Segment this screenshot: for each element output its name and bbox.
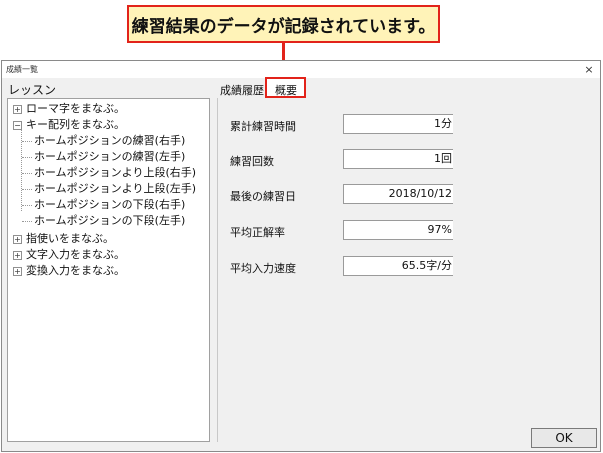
tree-item-label: ホームポジションの練習(左手) bbox=[34, 150, 186, 163]
practice-count-value: 1回 bbox=[343, 149, 453, 169]
tree-branch-line bbox=[22, 221, 32, 222]
collapse-minus-icon[interactable]: − bbox=[13, 121, 22, 130]
tree-branch-line bbox=[22, 189, 32, 190]
accuracy-label: 平均正解率 bbox=[230, 226, 285, 239]
tree-branch-line bbox=[22, 157, 32, 158]
tree-item-label: 指使いをまなぶ。 bbox=[26, 232, 114, 245]
practice-count-label: 練習回数 bbox=[230, 155, 274, 168]
window-title: 成績一覧 bbox=[6, 65, 38, 74]
speed-label: 平均入力速度 bbox=[230, 262, 296, 275]
speed-value: 65.5字/分 bbox=[343, 256, 453, 276]
expand-plus-icon[interactable]: + bbox=[13, 251, 22, 260]
expand-plus-icon[interactable]: + bbox=[13, 267, 22, 276]
tab-summary-label: 概要 bbox=[275, 84, 297, 97]
tree-item-label: ホームポジションの下段(右手) bbox=[34, 198, 186, 211]
tree-branch-line bbox=[22, 141, 32, 142]
accuracy-value: 97% bbox=[343, 220, 453, 240]
title-bar: 成績一覧 × bbox=[2, 61, 600, 78]
tree-item-label: ホームポジションより上段(右手) bbox=[34, 166, 197, 179]
tree-item-label: ホームポジションの練習(右手) bbox=[34, 134, 186, 147]
ok-button[interactable]: OK bbox=[531, 428, 597, 448]
tree-item-label: ホームポジションより上段(左手) bbox=[34, 182, 197, 195]
expand-plus-icon[interactable]: + bbox=[13, 105, 22, 114]
close-icon[interactable]: × bbox=[582, 61, 596, 78]
total-time-label: 累計練習時間 bbox=[230, 120, 296, 133]
last-practice-label: 最後の練習日 bbox=[230, 190, 296, 203]
tree-branch-line bbox=[22, 173, 32, 174]
results-window: 成績一覧 × レッスン + ローマ字をまなぶ。 − キー配列をまなぶ。 ホームポ… bbox=[1, 60, 601, 452]
tree-branch-line bbox=[22, 205, 32, 206]
tree-item-label: 文字入力をまなぶ。 bbox=[26, 248, 125, 261]
tree-guide-line bbox=[21, 130, 22, 211]
tab-history[interactable]: 成績履歴 bbox=[220, 82, 264, 98]
lesson-tree: + ローマ字をまなぶ。 − キー配列をまなぶ。 ホームポジションの練習(右手) … bbox=[7, 98, 210, 442]
tree-item-label: 変換入力をまなぶ。 bbox=[26, 264, 125, 277]
total-time-value: 1分 bbox=[343, 114, 453, 134]
tree-item-label: ローマ字をまなぶ。 bbox=[26, 102, 125, 115]
last-practice-value: 2018/10/12 bbox=[343, 184, 453, 204]
lessons-heading: レッスン bbox=[8, 83, 57, 97]
tree-item-label: キー配列をまなぶ。 bbox=[26, 118, 125, 131]
tree-item-label: ホームポジションの下段(左手) bbox=[34, 214, 186, 227]
expand-plus-icon[interactable]: + bbox=[13, 235, 22, 244]
tab-summary[interactable]: 概要 bbox=[265, 77, 306, 98]
callout-note: 練習結果のデータが記録されています。 bbox=[127, 5, 440, 43]
